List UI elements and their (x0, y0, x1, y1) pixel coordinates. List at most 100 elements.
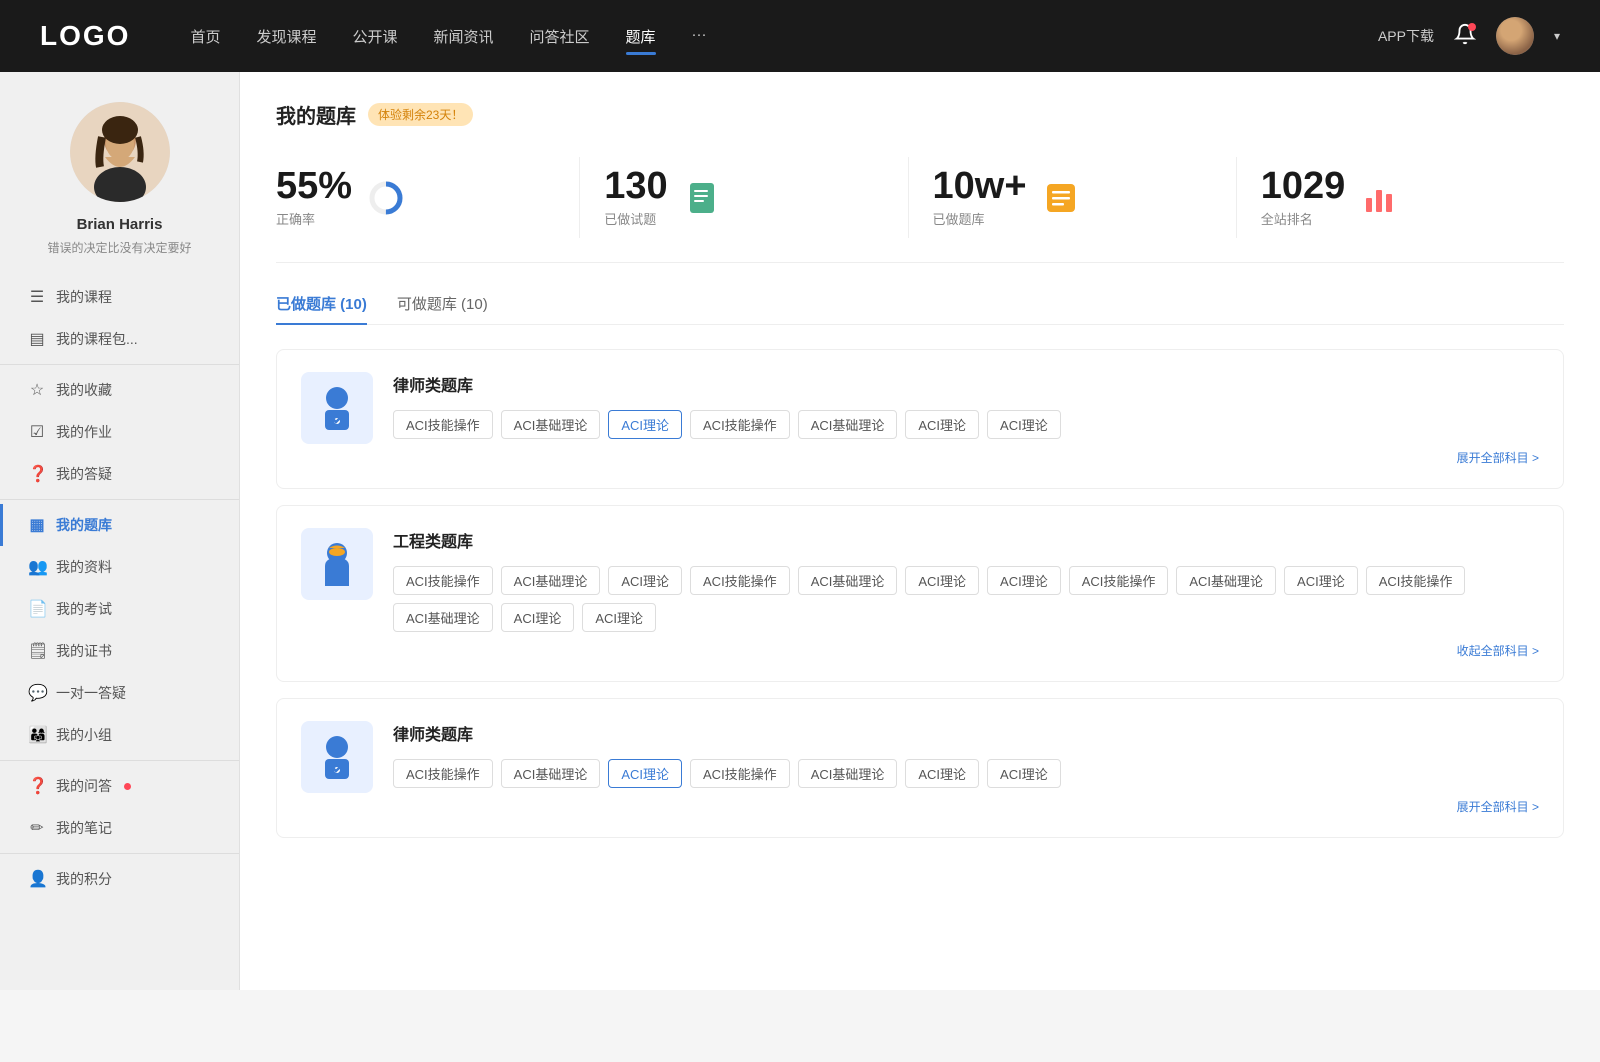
bank-expand-1[interactable]: 收起全部科目 > (393, 642, 1539, 659)
sidebar-item-3[interactable]: ☑ 我的作业 (0, 411, 239, 453)
main-content: 我的题库 体验剩余23天！ 55% 正确率 130 已做试题 10w+ 已做题库… (240, 72, 1600, 990)
bank-tag-1-3[interactable]: ACI技能操作 (690, 566, 790, 595)
sidebar-icon-4: ❓ (28, 464, 46, 484)
user-dropdown-arrow[interactable]: ▾ (1554, 29, 1560, 43)
bank-tag-2-1[interactable]: ACI基础理论 (501, 759, 601, 788)
nav-link-首页[interactable]: 首页 (190, 22, 220, 51)
bank-title-2: 律师类题库 (393, 721, 1539, 745)
bank-tags-2: ACI技能操作ACI基础理论ACI理论ACI技能操作ACI基础理论ACI理论AC… (393, 759, 1539, 788)
sidebar-label-0: 我的课程 (56, 287, 112, 307)
sidebar-item-5[interactable]: ▦我的题库 (0, 504, 239, 546)
user-avatar[interactable] (1496, 17, 1534, 55)
app-download-button[interactable]: APP下载 (1378, 26, 1434, 46)
bell-notification-dot (1468, 23, 1476, 31)
sidebar-icon-8: 🗒 (28, 641, 46, 661)
sidebar-item-4[interactable]: ❓我的答疑 (0, 453, 239, 495)
sidebar-item-9[interactable]: 💬一对一答疑 (0, 672, 239, 714)
bank-expand-0[interactable]: 展开全部科目 > (393, 449, 1539, 466)
page-header: 我的题库 体验剩余23天！ (276, 100, 1564, 129)
stat-icon-0 (366, 178, 406, 218)
stat-value-2: 10w+ (933, 167, 1027, 205)
bank-card-1: 工程类题库ACI技能操作ACI基础理论ACI理论ACI技能操作ACI基础理论AC… (276, 505, 1564, 682)
nav-link-新闻资讯[interactable]: 新闻资讯 (434, 22, 494, 51)
stat-label-2: 已做题库 (933, 209, 1027, 228)
nav-link-问答社区[interactable]: 问答社区 (530, 22, 590, 51)
profile-name: Brian Harris (77, 216, 163, 233)
notification-dot-11 (124, 783, 131, 790)
stat-value-3: 1029 (1261, 167, 1346, 205)
bank-tag-0-1[interactable]: ACI基础理论 (501, 410, 601, 439)
sidebar-item-2[interactable]: ☆我的收藏 (0, 369, 239, 411)
nav-links: 首页 发现课程 公开课 新闻资讯 问答社区 题库 ··· (190, 22, 1378, 51)
bank-tag-2-6[interactable]: ACI理论 (987, 759, 1061, 788)
bank-tag-2-2[interactable]: ACI理论 (608, 759, 682, 788)
bank-title-1: 工程类题库 (393, 528, 1539, 552)
bank-tag-2-3[interactable]: ACI技能操作 (690, 759, 790, 788)
bell-button[interactable] (1454, 23, 1476, 50)
stat-icon-2 (1041, 178, 1081, 218)
bank-tag-0-2[interactable]: ACI理论 (608, 410, 682, 439)
sidebar-item-8[interactable]: 🗒 我的证书 (0, 630, 239, 672)
sidebar-divider-12 (0, 853, 239, 854)
bank-tag-1-1[interactable]: ACI基础理论 (501, 566, 601, 595)
bank-tag-0-5[interactable]: ACI理论 (905, 410, 979, 439)
bank-tag-0-4[interactable]: ACI基础理论 (798, 410, 898, 439)
tab-0[interactable]: 已做题库 (10) (276, 293, 367, 324)
bank-tag-1-2[interactable]: ACI理论 (608, 566, 682, 595)
bank-tag-2-5[interactable]: ACI理论 (905, 759, 979, 788)
sidebar-icon-6: 👥 (28, 557, 46, 577)
nav-link-题库[interactable]: 题库 (626, 22, 656, 51)
bank-expand-2[interactable]: 展开全部科目 > (393, 798, 1539, 815)
sidebar-item-13[interactable]: 👤我的积分 (0, 858, 239, 900)
bank-title-0: 律师类题库 (393, 372, 1539, 396)
stat-label-0: 正确率 (276, 209, 352, 228)
bank-tag-1-6[interactable]: ACI理论 (987, 566, 1061, 595)
sidebar-label-8: 我的证书 (56, 641, 112, 661)
sidebar-label-10: 我的小组 (56, 725, 112, 745)
bank-tag-1-10[interactable]: ACI技能操作 (1366, 566, 1466, 595)
nav-link-···[interactable]: ··· (692, 22, 707, 51)
bank-tag-1-12[interactable]: ACI理论 (501, 603, 575, 632)
stats-row: 55% 正确率 130 已做试题 10w+ 已做题库 1029 全站排名 (276, 157, 1564, 263)
sidebar-icon-11: ❓ (28, 776, 46, 796)
bank-tag-1-5[interactable]: ACI理论 (905, 566, 979, 595)
bank-tag-1-8[interactable]: ACI基础理论 (1176, 566, 1276, 595)
bank-tag-2-0[interactable]: ACI技能操作 (393, 759, 493, 788)
bank-tag-2-4[interactable]: ACI基础理论 (798, 759, 898, 788)
bank-tag-1-0[interactable]: ACI技能操作 (393, 566, 493, 595)
bank-tag-1-4[interactable]: ACI基础理论 (798, 566, 898, 595)
stat-item-0: 55% 正确率 (276, 157, 580, 238)
logo: LOGO (40, 20, 130, 52)
nav-link-发现课程[interactable]: 发现课程 (256, 22, 316, 51)
sidebar-icon-3: ☑ (28, 422, 46, 442)
tab-1[interactable]: 可做题库 (10) (397, 293, 488, 324)
sidebar-label-13: 我的积分 (56, 869, 112, 889)
bank-tag-0-3[interactable]: ACI技能操作 (690, 410, 790, 439)
sidebar-item-7[interactable]: 📄我的考试 (0, 588, 239, 630)
nav-link-公开课[interactable]: 公开课 (352, 22, 397, 51)
bank-tag-1-7[interactable]: ACI技能操作 (1069, 566, 1169, 595)
sidebar-item-11[interactable]: ❓ 我的问答 (0, 765, 239, 807)
trial-badge: 体验剩余23天！ (368, 103, 473, 126)
bank-body-1: 工程类题库ACI技能操作ACI基础理论ACI理论ACI技能操作ACI基础理论AC… (393, 528, 1539, 659)
sidebar-item-12[interactable]: ✏我的笔记 (0, 807, 239, 849)
sidebar-item-6[interactable]: 👥我的资料 (0, 546, 239, 588)
bank-tag-0-6[interactable]: ACI理论 (987, 410, 1061, 439)
bank-tag-0-0[interactable]: ACI技能操作 (393, 410, 493, 439)
bank-tag-1-11[interactable]: ACI基础理论 (393, 603, 493, 632)
sidebar-label-11: 我的问答 (56, 776, 112, 796)
bank-tag-1-9[interactable]: ACI理论 (1284, 566, 1358, 595)
bank-card-0: 律师类题库ACI技能操作ACI基础理论ACI理论ACI技能操作ACI基础理论AC… (276, 349, 1564, 489)
sidebar-label-3: 我的作业 (56, 422, 112, 442)
sidebar-item-1[interactable]: ▤我的课程包... (0, 318, 239, 360)
sidebar-icon-12: ✏ (28, 818, 46, 838)
navbar: LOGO 首页 发现课程 公开课 新闻资讯 问答社区 题库 ··· APP下载 ▾ (0, 0, 1600, 72)
sidebar-icon-10: 👨‍👩‍👧 (28, 725, 46, 745)
sidebar-item-0[interactable]: ☰我的课程 (0, 276, 239, 318)
bank-tag-1-13[interactable]: ACI理论 (582, 603, 656, 632)
stat-item-3: 1029 全站排名 (1237, 157, 1564, 238)
sidebar: Brian Harris 错误的决定比没有决定要好 ☰我的课程▤我的课程包...… (0, 72, 240, 990)
bank-card-2: 律师类题库ACI技能操作ACI基础理论ACI理论ACI技能操作ACI基础理论AC… (276, 698, 1564, 838)
bank-icon-1 (301, 528, 373, 600)
sidebar-item-10[interactable]: 👨‍👩‍👧 我的小组 (0, 714, 239, 756)
